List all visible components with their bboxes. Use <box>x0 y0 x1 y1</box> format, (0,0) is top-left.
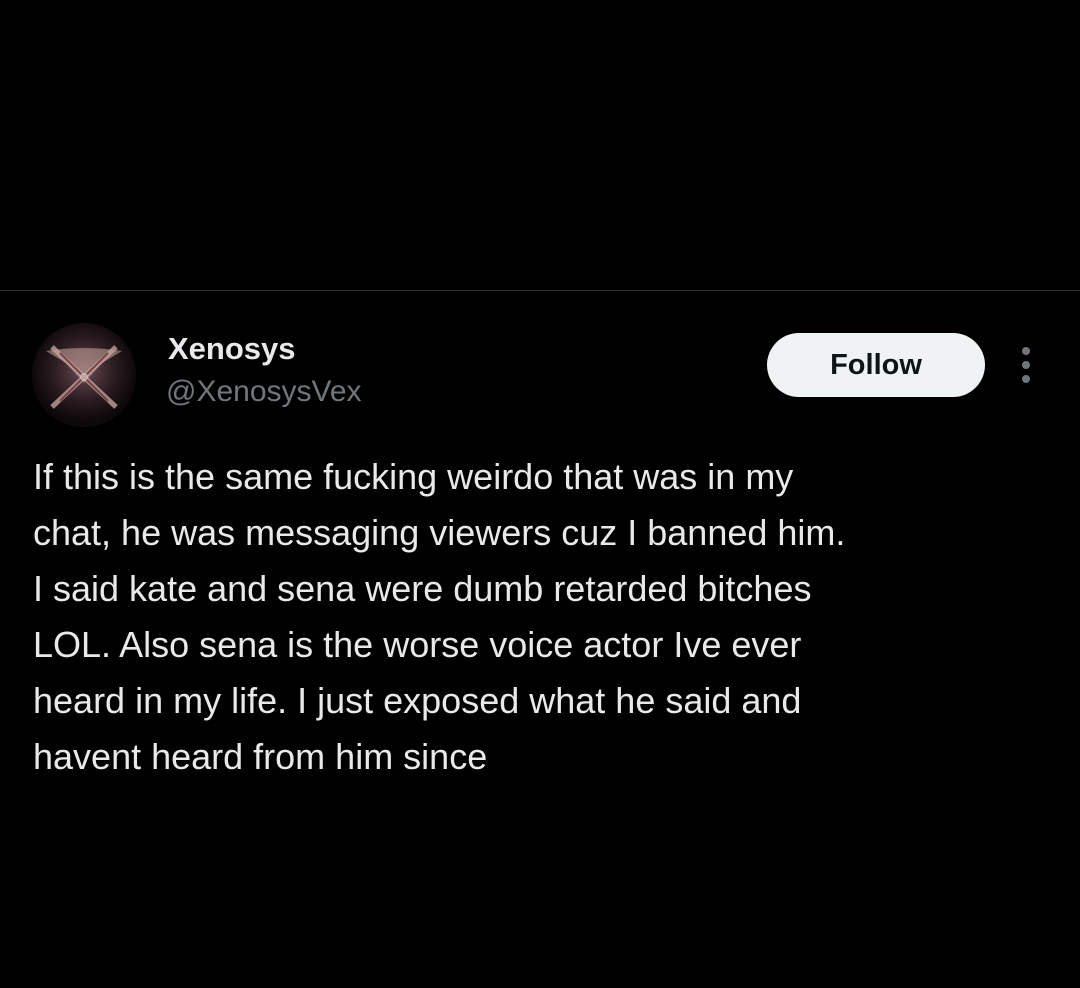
author-handle[interactable]: @XenosysVex <box>166 375 362 409</box>
more-options-button[interactable] <box>1008 341 1044 389</box>
tweet[interactable]: Xenosys @XenosysVex Follow If this is th… <box>0 291 1080 988</box>
author-display-name[interactable]: Xenosys <box>168 331 296 367</box>
follow-button[interactable]: Follow <box>767 333 985 397</box>
tweet-text: If this is the same fucking weirdo that … <box>33 456 846 777</box>
more-vertical-icon <box>1022 347 1030 383</box>
avatar-x-emblem-icon <box>32 323 136 427</box>
avatar[interactable] <box>32 323 136 427</box>
